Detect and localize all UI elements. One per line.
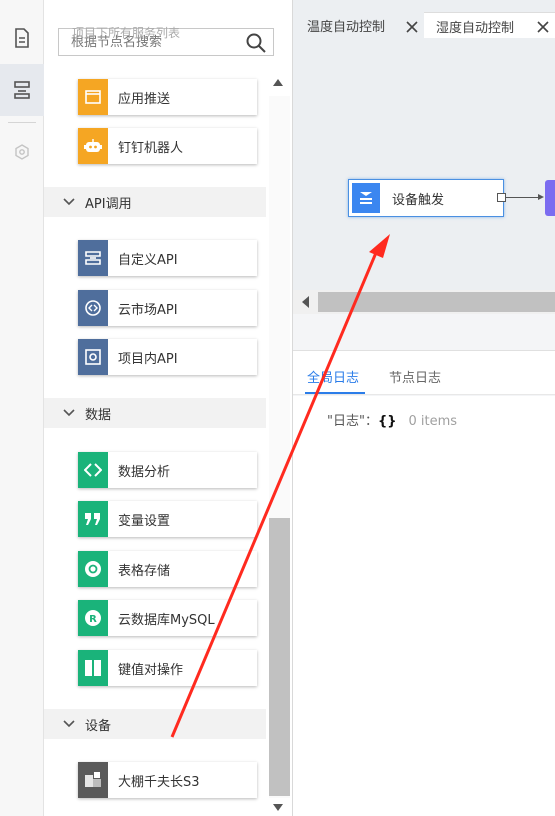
palette-node-mysql[interactable]: R 云数据库MySQL	[78, 600, 257, 636]
document-icon	[15, 28, 29, 48]
edge-arrow-icon	[538, 194, 544, 200]
flow-canvas[interactable]: 设备触发	[293, 38, 555, 290]
key-value-icon	[78, 650, 108, 686]
node-label: 项目内API	[118, 351, 178, 367]
palette-node-custom-api[interactable]: 自定义API	[78, 240, 257, 276]
node-label: 应用推送	[118, 91, 171, 107]
category-data[interactable]: 数据	[44, 398, 266, 428]
device-icon	[78, 762, 108, 798]
log-colon: ：	[364, 414, 378, 429]
main-area: 温度自动控制 湿度自动控制 设备触发 全局日志 节点日志 "日志"：{} 0 i…	[293, 0, 555, 816]
project-api-icon	[78, 339, 108, 375]
log-item-count: 0 items	[408, 414, 458, 429]
node-label: 键值对操作	[118, 662, 184, 678]
scroll-up-arrow-icon[interactable]	[273, 79, 283, 86]
rail-divider	[8, 122, 36, 123]
rail-document-button[interactable]	[0, 12, 44, 64]
quote-icon	[78, 501, 108, 537]
rail-nodes-button[interactable]	[0, 64, 44, 116]
device-trigger-icon	[352, 183, 380, 213]
palette-scroll-thumb[interactable]	[269, 518, 290, 796]
search-icon[interactable]	[245, 32, 267, 54]
market-api-icon	[78, 290, 108, 326]
robot-icon	[78, 128, 108, 164]
palette-node-table-store[interactable]: 表格存储	[78, 551, 257, 587]
flow-node-device-trigger[interactable]: 设备触发	[348, 179, 504, 217]
node-label: 钉钉机器人	[118, 140, 184, 156]
node-label: 表格存储	[118, 563, 171, 579]
log-json-line: "日志"：{} 0 items	[327, 410, 457, 429]
log-panel: "日志"：{} 0 items	[293, 396, 555, 816]
active-tab-underline	[305, 392, 365, 394]
search-ghost-text: 项目下所有服务列表	[72, 26, 181, 40]
palette-node-app-push[interactable]: 应用推送	[78, 79, 257, 115]
node-list-icon	[14, 81, 30, 99]
app-push-icon	[78, 79, 108, 115]
category-label: API调用	[85, 196, 132, 212]
code-icon	[78, 452, 108, 488]
tab-bar: 温度自动控制 湿度自动控制	[293, 0, 555, 38]
close-icon[interactable]	[405, 20, 419, 34]
palette-node-project-api[interactable]: 项目内API	[78, 339, 257, 375]
palette-node-market-api[interactable]: 云市场API	[78, 290, 257, 326]
table-store-icon	[78, 551, 108, 587]
chevron-down-icon	[63, 198, 75, 206]
palette-node-device[interactable]: 大棚千夫长S3	[78, 762, 257, 798]
tab-node-log[interactable]: 节点日志	[389, 367, 441, 386]
palette-node-key-value[interactable]: 键值对操作	[78, 650, 257, 686]
node-label: 云市场API	[118, 302, 178, 318]
log-tab-bar: 全局日志 节点日志	[293, 351, 555, 395]
node-label: 云数据库MySQL	[118, 612, 215, 628]
tab-label: 温度自动控制	[307, 20, 386, 35]
mysql-icon: R	[78, 600, 108, 636]
flow-node-next[interactable]	[545, 180, 555, 216]
custom-api-icon	[78, 240, 108, 276]
rail-settings-button[interactable]	[0, 126, 44, 178]
category-device[interactable]: 设备	[44, 709, 266, 739]
category-label: 数据	[85, 407, 112, 423]
node-label: 自定义API	[118, 252, 178, 268]
scroll-left-arrow-icon[interactable]	[302, 296, 309, 308]
output-port[interactable]	[497, 193, 506, 202]
hexagon-gear-icon	[15, 144, 29, 160]
canvas-horizontal-scrollbar[interactable]	[293, 290, 555, 314]
category-api[interactable]: API调用	[44, 187, 266, 217]
category-label: 设备	[85, 718, 112, 734]
node-label: 大棚千夫长S3	[118, 774, 200, 790]
palette-node-data-analysis[interactable]: 数据分析	[78, 452, 257, 488]
node-palette: 项目下所有服务列表 应用推送 钉钉机器人 API调用 自定义AP	[44, 0, 293, 816]
icon-rail	[0, 0, 44, 816]
close-icon[interactable]	[536, 20, 550, 34]
node-label: 变量设置	[118, 513, 171, 529]
app-window: 项目下所有服务列表 应用推送 钉钉机器人 API调用 自定义AP	[0, 0, 555, 816]
canvas-scroll-thumb[interactable]	[318, 292, 555, 312]
scroll-down-arrow-icon[interactable]	[273, 804, 283, 811]
chevron-down-icon	[63, 409, 75, 417]
tab-global-log[interactable]: 全局日志	[307, 367, 359, 386]
palette-node-variable-set[interactable]: 变量设置	[78, 501, 257, 537]
flow-edge[interactable]	[506, 197, 542, 198]
svg-text:R: R	[89, 614, 97, 625]
tab-label: 湿度自动控制	[436, 21, 515, 36]
flow-node-label: 设备触发	[392, 192, 445, 208]
log-key: "日志"	[327, 414, 365, 429]
log-brace[interactable]: {}	[378, 414, 397, 429]
palette-node-dingtalk-robot[interactable]: 钉钉机器人	[78, 128, 257, 164]
chevron-down-icon	[63, 720, 75, 728]
node-label: 数据分析	[118, 464, 171, 480]
